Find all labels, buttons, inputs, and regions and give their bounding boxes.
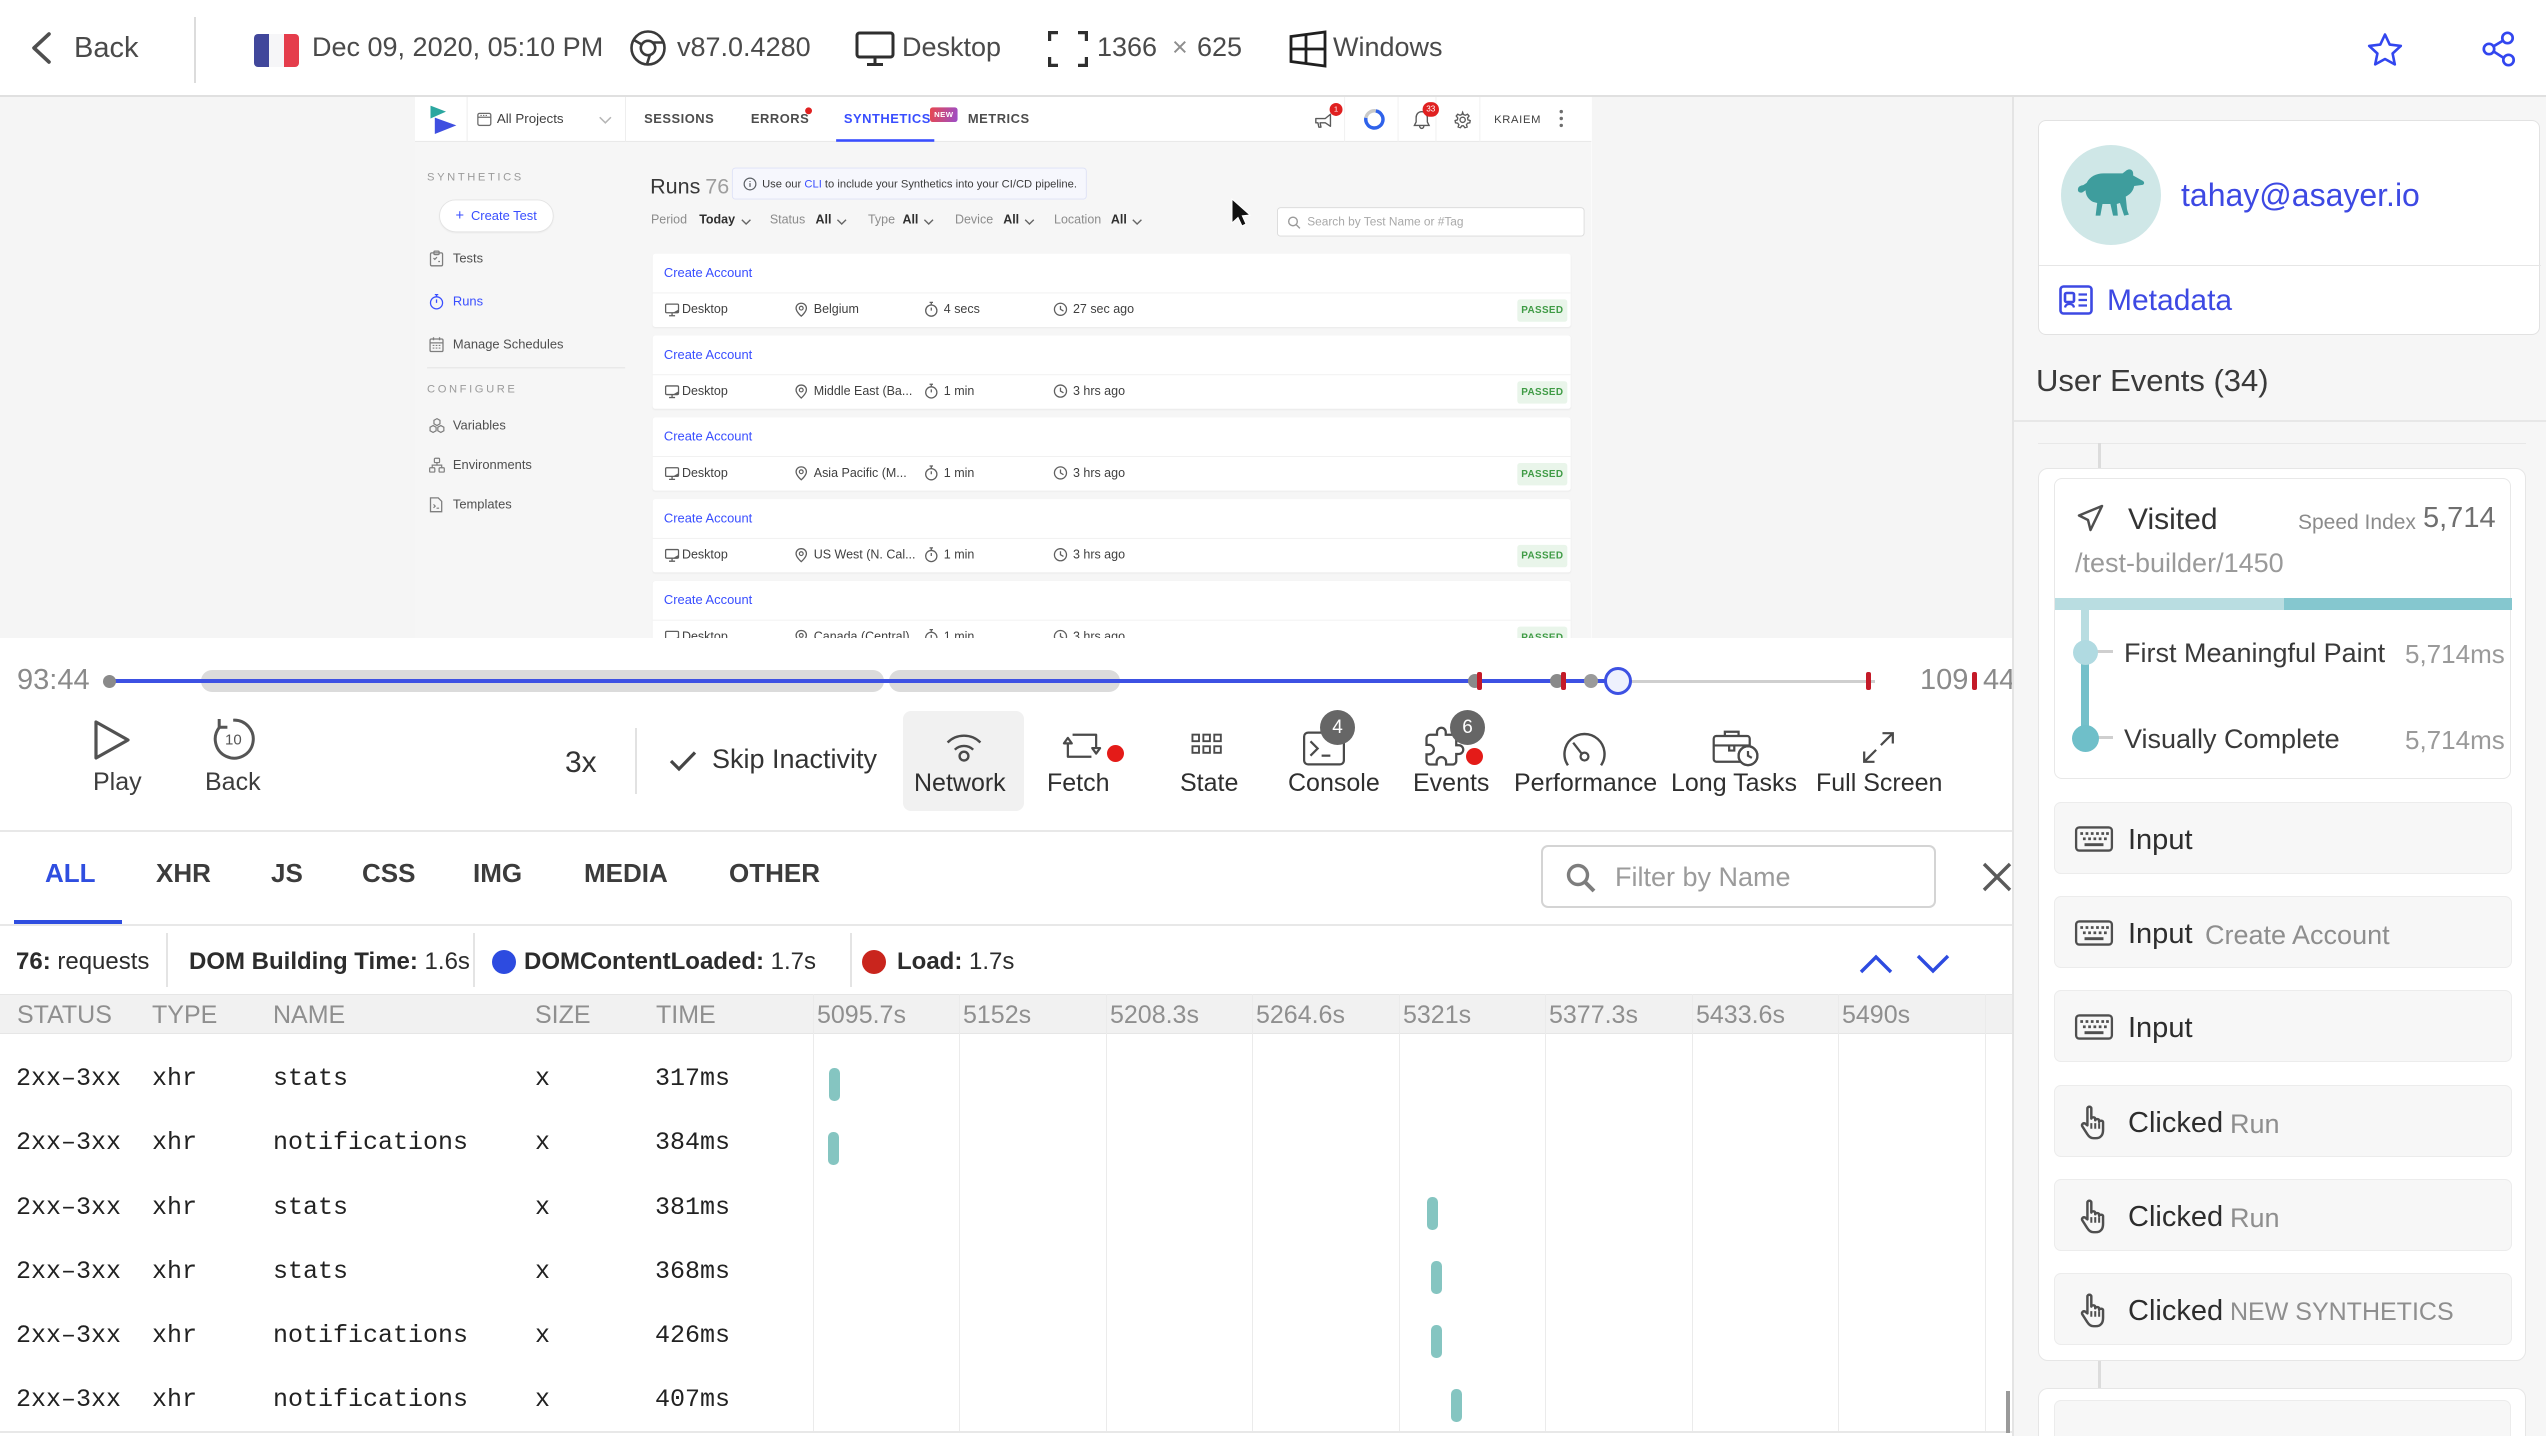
- svg-text:10: 10: [225, 732, 242, 749]
